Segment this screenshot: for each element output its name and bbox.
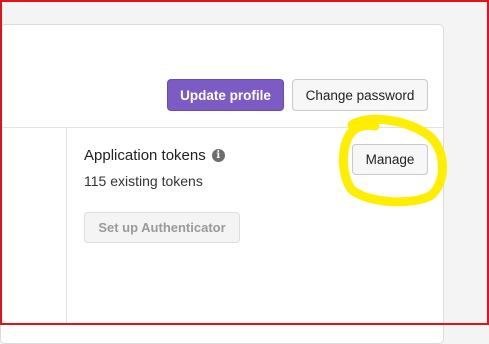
info-icon[interactable]: i (211, 149, 225, 162)
setup-authenticator-button: Set up Authenticator (84, 212, 240, 243)
manage-tokens-button[interactable]: Manage (352, 144, 428, 175)
existing-tokens-count: 115 existing tokens (84, 173, 203, 189)
vertical-divider (66, 128, 67, 325)
application-tokens-title: Application tokens (84, 147, 206, 164)
update-profile-button[interactable]: Update profile (167, 79, 284, 111)
change-password-button[interactable]: Change password (292, 79, 428, 111)
application-tokens-heading: Application tokens i (84, 147, 225, 164)
